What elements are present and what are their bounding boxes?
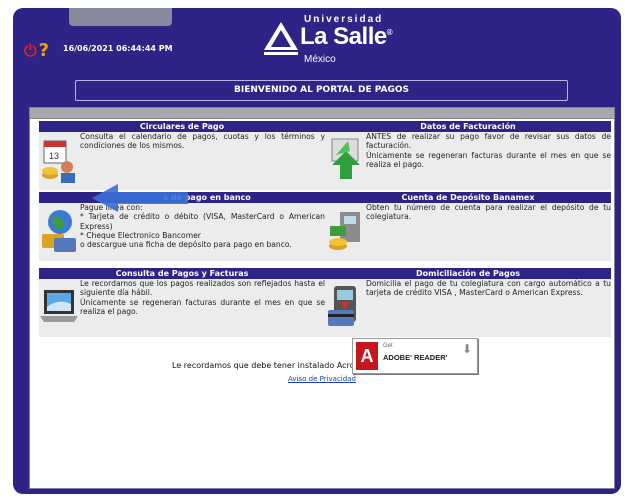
laptop-icon[interactable] xyxy=(40,282,78,332)
card-title[interactable]: Circulares de Pago xyxy=(39,121,325,132)
power-icon[interactable]: ⏻ xyxy=(24,41,37,60)
lasalle-star-icon xyxy=(264,22,298,55)
adobe-get-label: Get xyxy=(383,343,393,349)
card-banamex[interactable]: Cuenta de Depósito Banamex Obten tu núme… xyxy=(325,192,611,261)
calendar-coins-icon[interactable]: 13 xyxy=(40,135,78,185)
card-line: Domicilia el pago de tu colegiatura con … xyxy=(366,279,611,298)
card-domiciliacion[interactable]: Domiciliación de Pagos Domicilia el pago… xyxy=(325,268,611,337)
left-arrow-icon xyxy=(92,184,188,212)
card-line: Únicamente se regeneran facturas durante… xyxy=(366,150,611,169)
card-line: * Tarjeta de crédito o débito (VISA, Mas… xyxy=(80,212,325,231)
help-icon[interactable]: ? xyxy=(39,40,49,61)
lasalle-logo: Universidad La Salle® México xyxy=(264,14,394,65)
content-topbar xyxy=(30,108,614,119)
session-datetime: 16/06/2021 06:44:44 PM xyxy=(63,44,173,53)
adobe-logo-icon: A xyxy=(356,342,378,370)
window-tab[interactable] xyxy=(69,8,172,26)
card-title[interactable]: Consulta de Pagos y Facturas xyxy=(39,268,325,279)
adobe-reader-label: ADOBE' READER' xyxy=(383,353,448,362)
card-line: ANTES de realizar su pago favor de revis… xyxy=(366,132,611,151)
welcome-banner: BIENVENIDO AL PORTAL DE PAGOS xyxy=(75,80,568,101)
header-icons: ⏻? xyxy=(24,40,49,61)
card-line: Obten tu número de cuenta para realizar … xyxy=(366,203,611,222)
globe-cards-icon[interactable] xyxy=(40,206,78,256)
card-facturacion[interactable]: Datos de Facturación ANTES de realizar s… xyxy=(325,121,611,190)
content-panel: Circulares de Pago 13 Consulta el calend… xyxy=(29,107,615,489)
bank-deposit-icon[interactable] xyxy=(326,206,364,256)
svg-text:13: 13 xyxy=(49,151,59,161)
card-line: * Cheque Electronico Bancomer xyxy=(80,230,201,240)
card-title[interactable]: Cuenta de Depósito Banamex xyxy=(325,192,611,203)
card-title[interactable]: Datos de Facturación xyxy=(325,121,611,132)
recycle-arrows-icon[interactable] xyxy=(326,135,364,185)
card-consulta-pagos[interactable]: Consulta de Pagos y Facturas Le recordam… xyxy=(39,268,325,337)
card-line: Únicamente se regeneran facturas durante… xyxy=(80,297,325,316)
privacy-link[interactable]: Aviso de Privacidad xyxy=(288,375,356,383)
download-arrow-icon: ⬇ xyxy=(461,342,472,356)
logo-brand: La Salle® xyxy=(300,23,393,50)
card-reader-icon[interactable] xyxy=(326,282,364,332)
card-line: Consulta el calendario de pagos, cuotas … xyxy=(80,132,325,151)
card-circulares[interactable]: Circulares de Pago 13 Consulta el calend… xyxy=(39,121,325,190)
card-title[interactable]: Domiciliación de Pagos xyxy=(325,268,611,279)
card-line: Le recordamos que los pagos realizados s… xyxy=(80,279,325,298)
card-line: o descargue una ficha de depósito para p… xyxy=(80,240,292,250)
logo-country: México xyxy=(304,54,336,65)
adobe-reader-button[interactable]: A Get ADOBE' READER' ⬇ xyxy=(352,338,478,374)
